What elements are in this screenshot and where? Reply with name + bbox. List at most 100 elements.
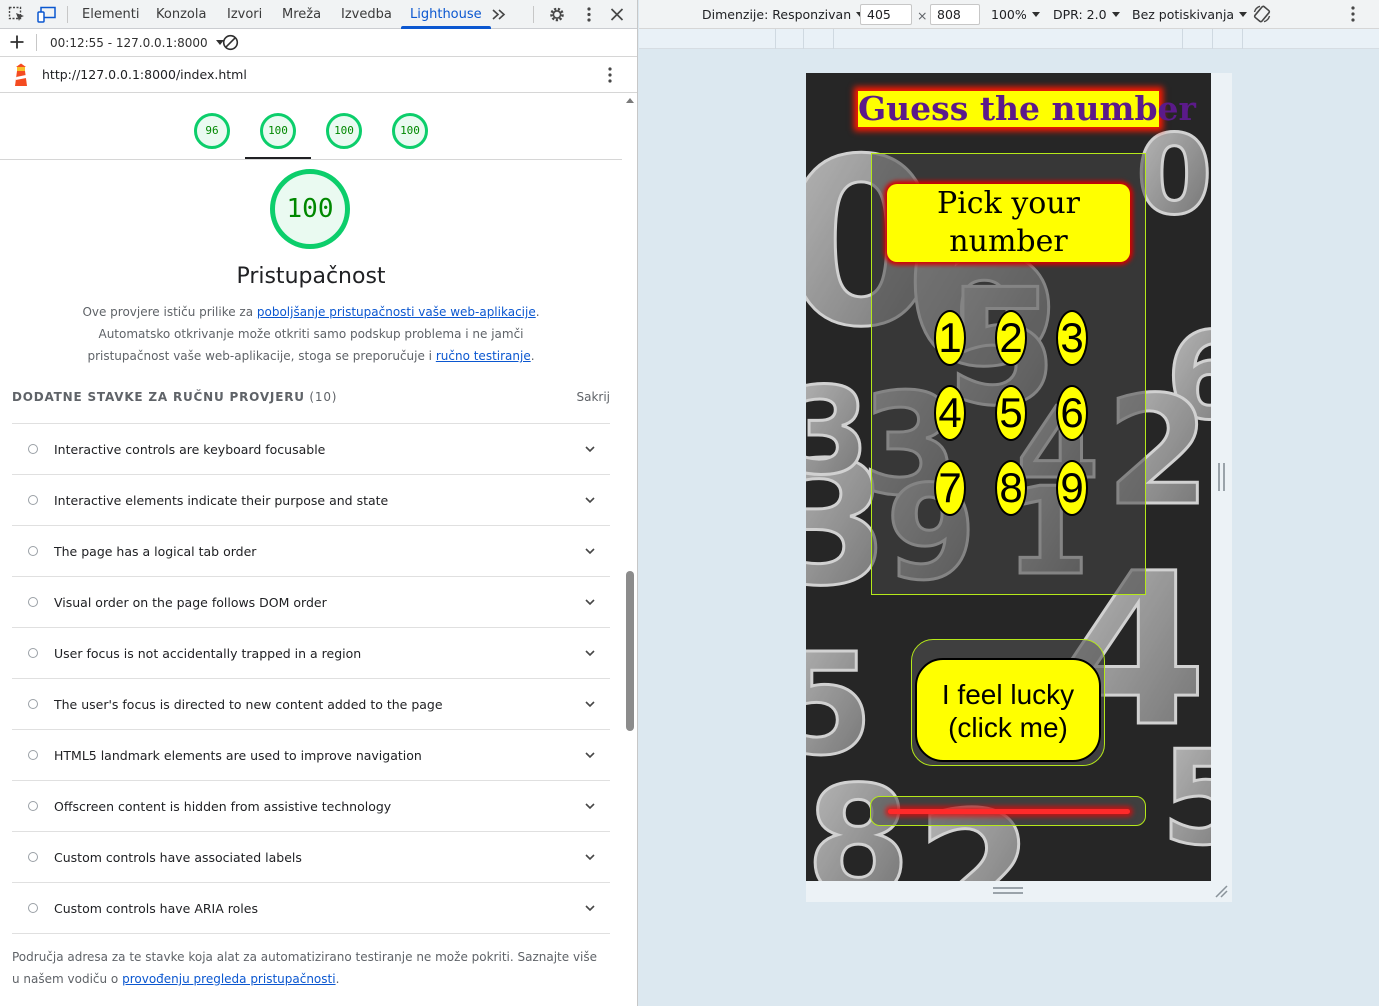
number-button-1[interactable]: 1 xyxy=(934,310,966,366)
audit-item-label: Interactive controls are keyboard focusa… xyxy=(54,442,326,457)
score-gauge-accessibility[interactable]: 100 xyxy=(260,113,296,149)
audit-item[interactable]: Offscreen content is hidden from assisti… xyxy=(12,781,610,832)
report-scrollbar[interactable] xyxy=(622,93,637,1006)
tab-lighthouse[interactable]: Lighthouse xyxy=(401,0,491,29)
more-options-icon[interactable] xyxy=(580,6,598,23)
dimensions-select[interactable]: Dimenzije: Responzivan xyxy=(702,7,865,22)
chevron-down-icon[interactable] xyxy=(584,596,596,608)
manual-check-circle-icon xyxy=(28,495,38,505)
clear-reports-icon[interactable] xyxy=(222,34,239,54)
audit-item[interactable]: Custom controls have associated labels xyxy=(12,832,610,883)
tab-sources[interactable]: Izvori xyxy=(227,0,262,29)
audit-list: Interactive controls are keyboard focusa… xyxy=(12,423,610,934)
scroll-up-arrow-icon[interactable] xyxy=(626,98,634,103)
manual-check-circle-icon xyxy=(28,699,38,709)
manual-testing-link[interactable]: ručno testiranje xyxy=(436,349,531,363)
chevron-down-icon[interactable] xyxy=(584,851,596,863)
tab-performance[interactable]: Izvedba xyxy=(341,0,392,29)
chevron-down-icon[interactable] xyxy=(584,647,596,659)
report-menu-icon[interactable] xyxy=(602,66,618,87)
tab-elements[interactable]: Elementi xyxy=(82,0,139,29)
lighthouse-toolbar: 00:12:55 - 127.0.0.1:8000 xyxy=(0,29,637,57)
group-footer: Područja adresa za te stavke koja alat z… xyxy=(12,950,598,986)
accessibility-review-guide-link[interactable]: provođenju pregleda pristupačnosti xyxy=(122,972,335,986)
hide-group-button[interactable]: Sakrij xyxy=(576,390,610,404)
audit-item[interactable]: User focus is not accidentally trapped i… xyxy=(12,628,610,679)
chevron-down-icon[interactable] xyxy=(584,698,596,710)
viewport-resize-corner-handle[interactable] xyxy=(1214,884,1228,898)
inspect-element-icon[interactable] xyxy=(8,6,26,23)
device-toggle-icon[interactable] xyxy=(37,6,56,23)
tab-console[interactable]: Konzola xyxy=(156,0,206,29)
audit-item[interactable]: The page has a logical tab order xyxy=(12,526,610,577)
manual-check-circle-icon xyxy=(28,546,38,556)
tab-network[interactable]: Mreža xyxy=(282,0,321,29)
media-query-ruler[interactable] xyxy=(639,29,1379,49)
chevron-down-icon[interactable] xyxy=(584,494,596,506)
score-gauge-best-practices[interactable]: 100 xyxy=(326,113,362,149)
number-button-6[interactable]: 6 xyxy=(1056,385,1088,441)
viewport-resize-bottom-handle[interactable] xyxy=(993,887,1023,894)
devtools-panel: Elementi Konzola Izvori Mreža Izvedba Li… xyxy=(0,0,638,1006)
number-button-8[interactable]: 8 xyxy=(995,460,1027,516)
chevron-down-icon[interactable] xyxy=(584,800,596,812)
rotate-icon[interactable] xyxy=(1252,4,1272,27)
number-button-7[interactable]: 7 xyxy=(934,460,966,516)
chevron-down-icon[interactable] xyxy=(584,545,596,557)
report-url: http://127.0.0.1:8000/index.html xyxy=(42,67,247,82)
number-picker-panel: Pick your number 1 2 3 4 5 6 7 8 9 xyxy=(871,153,1146,595)
audit-item[interactable]: Custom controls have ARIA roles xyxy=(12,883,610,934)
report-selector[interactable]: 00:12:55 - 127.0.0.1:8000 xyxy=(50,36,224,50)
improve-accessibility-link[interactable]: poboljšanje pristupačnosti vaše web-apli… xyxy=(257,305,536,319)
score-gauge-seo[interactable]: 100 xyxy=(392,113,428,149)
audit-item-label: Visual order on the page follows DOM ord… xyxy=(54,595,327,610)
dpr-select[interactable]: DPR: 2.0 xyxy=(1053,7,1120,22)
category-title: Pristupačnost xyxy=(236,264,386,289)
audit-item-label: HTML5 landmark elements are used to impr… xyxy=(54,748,422,763)
pick-number-heading: Pick your number xyxy=(887,184,1130,262)
zoom-select[interactable]: 100% xyxy=(991,7,1040,22)
device-toolbar-more-icon[interactable] xyxy=(1345,5,1361,26)
score-summary: 96 100 100 100 xyxy=(0,93,622,160)
audit-item[interactable]: The user's focus is directed to new cont… xyxy=(12,679,610,730)
audit-item-label: Custom controls have ARIA roles xyxy=(54,901,258,916)
chevron-down-icon[interactable] xyxy=(584,443,596,455)
number-button-5[interactable]: 5 xyxy=(995,385,1027,441)
close-devtools-icon[interactable] xyxy=(608,6,626,23)
throttling-select[interactable]: Bez potiskivanja xyxy=(1132,7,1248,22)
manual-check-circle-icon xyxy=(28,801,38,811)
audit-item[interactable]: Visual order on the page follows DOM ord… xyxy=(12,577,610,628)
manual-checks-group-header: DODATNE STAVKE ZA RUČNU PROVJERU (10) Sa… xyxy=(12,390,610,404)
background-digit: 0 xyxy=(1136,111,1211,239)
audit-item[interactable]: Interactive elements indicate their purp… xyxy=(12,475,610,526)
audit-item-label: User focus is not accidentally trapped i… xyxy=(54,646,362,661)
new-report-plus-icon[interactable] xyxy=(9,34,25,53)
emulated-viewport: 06063425914582533 Guess the number Pick … xyxy=(806,73,1211,881)
accessibility-score-gauge: 100 xyxy=(270,169,350,249)
audit-item[interactable]: HTML5 landmark elements are used to impr… xyxy=(12,730,610,781)
more-tabs-icon[interactable] xyxy=(490,6,508,23)
result-area xyxy=(870,796,1146,826)
manual-check-circle-icon xyxy=(28,648,38,658)
score-gauge-performance[interactable]: 96 xyxy=(194,113,230,149)
viewport-width-input[interactable]: 405 xyxy=(860,4,912,25)
viewport-height-input[interactable]: 808 xyxy=(930,4,980,25)
manual-check-circle-icon xyxy=(28,750,38,760)
audit-item-label: Custom controls have associated labels xyxy=(54,850,302,865)
viewport-resize-right-handle[interactable] xyxy=(1218,463,1225,491)
scrollbar-thumb[interactable] xyxy=(626,571,634,731)
number-button-4[interactable]: 4 xyxy=(934,385,966,441)
lighthouse-logo-icon xyxy=(11,63,31,90)
chevron-down-icon[interactable] xyxy=(584,749,596,761)
category-description: Ove provjere ističu prilike za poboljšan… xyxy=(82,305,540,363)
number-button-9[interactable]: 9 xyxy=(1056,460,1088,516)
lucky-button-container: I feel lucky (click me) xyxy=(911,639,1105,766)
number-button-3[interactable]: 3 xyxy=(1056,310,1088,366)
i-feel-lucky-button[interactable]: I feel lucky (click me) xyxy=(915,658,1101,762)
manual-check-circle-icon xyxy=(28,597,38,607)
background-digit: 3 xyxy=(806,363,870,502)
number-button-2[interactable]: 2 xyxy=(995,310,1027,366)
chevron-down-icon[interactable] xyxy=(584,902,596,914)
settings-gear-icon[interactable] xyxy=(548,6,566,23)
audit-item[interactable]: Interactive controls are keyboard focusa… xyxy=(12,424,610,475)
